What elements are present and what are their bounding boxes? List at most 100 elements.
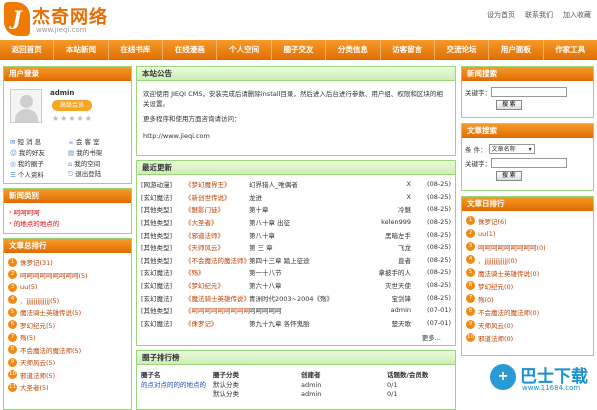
ranking-item[interactable]: 罗幻纪元(5) xyxy=(20,320,55,330)
update-title[interactable]: 《新创世传说》 xyxy=(185,192,249,202)
update-date: (08-25) xyxy=(427,180,451,189)
circle-table-header: 圈子名 圈子分类 创建者 话题数/会员数 xyxy=(137,365,455,381)
ranking-item[interactable]: 呵呵呵呵呵呵呵呵呵(5) xyxy=(20,270,88,280)
news-keyword-input[interactable] xyxy=(491,86,567,97)
col-topics-members: 话题数/会员数 xyxy=(387,371,429,379)
update-row: [玄幻魔法] 《梦幻纪元》 第六十八章 灭世天使 (08-25) xyxy=(141,279,451,292)
update-chapter[interactable]: 呵呵呵呵呵 xyxy=(249,305,359,315)
update-title[interactable]: 《梦幻魔界王》 xyxy=(185,179,249,189)
update-chapter[interactable]: 青洲时代2003~2004《殇》 xyxy=(249,293,359,303)
update-category: [其他类型] xyxy=(141,244,173,253)
update-title[interactable]: 《殇》 xyxy=(185,267,249,277)
update-title[interactable]: 《天师风云》 xyxy=(185,242,249,252)
menu-reception[interactable]: ☕ 会 客 室 xyxy=(68,136,100,146)
member-badge: 高级会员 xyxy=(52,100,92,111)
update-chapter[interactable]: 幻界猎人_唯偶者 xyxy=(249,179,359,189)
notice-title: 本站公告 xyxy=(137,67,455,81)
ranking-item[interactable]: 魔法骑士英雄传说(5) xyxy=(20,307,81,317)
daily-ranking-item[interactable]: 侏罗记(6) xyxy=(478,216,507,226)
update-title[interactable]: 《呵呵呵呵呵呵呵呵呵》 xyxy=(185,305,249,315)
update-title[interactable]: 《邪道法师》 xyxy=(185,230,249,240)
circle-name[interactable]: 的点对点的的的地点的 xyxy=(141,381,213,389)
set-homepage-link[interactable]: 设为首页 xyxy=(487,10,515,20)
update-category: [其他类型] xyxy=(141,206,173,215)
update-chapter[interactable]: 第十章 xyxy=(249,204,359,214)
update-chapter[interactable]: 龙进 xyxy=(249,192,359,202)
update-chapter[interactable]: 第一十八节 xyxy=(249,267,359,277)
contact-link[interactable]: 联系我们 xyxy=(525,10,553,20)
menu-profile[interactable]: ☰ 个人资料 xyxy=(10,169,68,179)
more-link[interactable]: 更多... xyxy=(422,332,441,342)
update-title[interactable]: 《魅影门徒》 xyxy=(185,204,249,214)
watermark-icon: + xyxy=(490,364,516,390)
news-search-button[interactable]: 搜 索 xyxy=(496,100,522,110)
update-author: 宝剑锋 xyxy=(391,294,412,303)
circle-name[interactable] xyxy=(141,390,213,398)
nav-forum[interactable]: 交流论坛 xyxy=(435,40,490,60)
menu-bookshelf[interactable]: ▤ 我的书架 xyxy=(68,147,102,157)
news-search-title: 新闻搜索 xyxy=(462,67,593,81)
daily-ranking-item[interactable]: 邪道法师(0) xyxy=(478,333,513,343)
daily-ranking-item[interactable]: 殇(0) xyxy=(478,294,494,304)
update-author: X xyxy=(406,180,411,189)
notice-more-text: 更多程序和使用方面咨询请访问： xyxy=(143,115,241,123)
daily-ranking-item[interactable]: 不会魔法的魔法师(0) xyxy=(478,307,539,317)
nav-news[interactable]: 本站新闻 xyxy=(54,40,109,60)
nav-classifieds[interactable]: 分类信息 xyxy=(326,40,381,60)
ranking-item[interactable]: 不会魔法的魔法师(5) xyxy=(20,345,81,355)
update-title[interactable]: 《魔法骑士英雄传说》 xyxy=(185,293,249,303)
menu-messages[interactable]: ✉ 短 消 息 xyxy=(10,136,68,146)
nav-guestbook[interactable]: 访客留言 xyxy=(381,40,435,60)
condition-select[interactable]: 文章名称 ▾ xyxy=(488,143,535,154)
menu-friends[interactable]: ☺ 我的好友 xyxy=(10,147,68,157)
menu-logout[interactable]: ⎋ 退出登陆 xyxy=(68,168,101,179)
update-chapter[interactable]: 第八十章 出征 xyxy=(249,217,359,227)
ranking-item[interactable]: 、jjjjjjjjjjjjj(5) xyxy=(20,295,59,305)
menu-my-circles[interactable]: ◎ 我的圈子 xyxy=(10,158,68,168)
site-logo[interactable]: J 杰奇网络 www.jieqi.com xyxy=(4,2,114,38)
update-chapter[interactable]: 第六十八章 xyxy=(249,280,359,290)
daily-ranking-item[interactable]: 呵呵呵呵呵呵呵呵呵(0) xyxy=(478,242,546,252)
ranking-item[interactable]: uu(5) xyxy=(20,283,37,291)
update-title[interactable]: 《梦幻纪元》 xyxy=(185,280,249,290)
nav-space[interactable]: 个人空间 xyxy=(217,40,272,60)
article-search-button[interactable]: 搜 索 xyxy=(496,171,522,181)
daily-ranking-item[interactable]: 魔法骑士英雄传说(0) xyxy=(478,268,539,278)
logo-url: www.jieqi.com xyxy=(36,26,87,34)
update-chapter[interactable]: 第九十九章 各怀鬼胎 xyxy=(249,318,359,328)
menu-my-space[interactable]: ⌂ 我的空间 xyxy=(68,158,100,168)
news-search-panel: 新闻搜索 关键字： 搜 索 xyxy=(461,66,594,118)
daily-ranking-item[interactable]: 梦幻纪元(0) xyxy=(478,281,513,291)
logo-mark: J xyxy=(4,2,30,36)
circle-category: 默认分类 xyxy=(213,390,239,398)
update-title[interactable]: 《侏罗记》 xyxy=(185,318,249,328)
update-title[interactable]: 《大圣者》 xyxy=(185,217,249,227)
ranking-item[interactable]: 邪道法师(5) xyxy=(20,370,55,380)
ranking-item[interactable]: 大圣者(5) xyxy=(20,382,49,392)
ranking-item[interactable]: 侏罗记(31) xyxy=(20,257,53,267)
update-chapter[interactable]: 第八十章 xyxy=(249,230,359,240)
total-ranking-list: 1 侏罗记(31) 2 呵呵呵呵呵呵呵呵呵(5) 3 uu(5) 4 、jjjjjjjj… xyxy=(8,257,88,393)
nav-user-panel[interactable]: 用户面板 xyxy=(489,40,544,60)
daily-ranking-item[interactable]: 、jjjjjjjjjjjjj(0) xyxy=(478,255,517,265)
daily-ranking-item[interactable]: 天师风云(0) xyxy=(478,320,513,330)
circle-count: 0/1 xyxy=(387,381,398,389)
news-category-item[interactable]: 的地点的地点的 xyxy=(14,218,60,228)
update-title[interactable]: 《不会魔法的魔法师》 xyxy=(185,255,249,265)
news-category-item[interactable]: 呵呵呵呵 xyxy=(14,207,40,217)
article-keyword-input[interactable] xyxy=(491,157,567,168)
nav-circles[interactable]: 圈子交友 xyxy=(272,40,327,60)
notice-url[interactable]: http://www.jieqi.com xyxy=(143,131,449,141)
daily-ranking-item[interactable]: uu(1) xyxy=(478,230,495,238)
update-chapter[interactable]: 第四十三章 踏上征途 xyxy=(249,255,359,265)
nav-comics[interactable]: 在线漫画 xyxy=(163,40,218,60)
ranking-item[interactable]: 殇(5) xyxy=(20,332,36,342)
nav-home[interactable]: 返回首页 xyxy=(0,40,55,60)
nav-author-tools[interactable]: 作家工具 xyxy=(544,40,597,60)
update-category: [网游动漫] xyxy=(141,181,173,190)
update-date: (08-25) xyxy=(427,243,451,252)
update-chapter[interactable]: 第 三 章 xyxy=(249,242,359,252)
ranking-item[interactable]: 天师风云(5) xyxy=(20,357,55,367)
nav-library[interactable]: 在线书库 xyxy=(109,40,164,60)
favorite-link[interactable]: 加入收藏 xyxy=(563,10,591,20)
